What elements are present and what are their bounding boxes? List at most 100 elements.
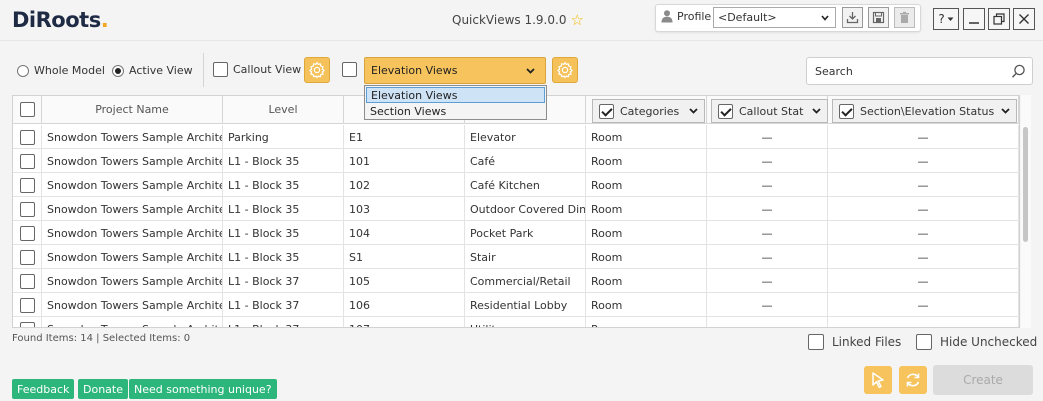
row-checkbox[interactable]: [19, 129, 35, 145]
elevation-checkbox[interactable]: [342, 62, 357, 77]
cell-category: Room: [586, 149, 707, 173]
donate-button[interactable]: Donate: [78, 379, 128, 399]
table-row[interactable]: Snowdon Towers Sample ArchitecL1 - Block…: [13, 317, 1019, 327]
save-icon: [872, 11, 885, 24]
star-icon[interactable]: ☆: [570, 13, 583, 28]
elevation-settings-button[interactable]: [552, 57, 578, 83]
save-profile-button[interactable]: [868, 7, 889, 28]
cell-number: 107: [344, 317, 465, 327]
row-checkbox-cell: [13, 293, 42, 317]
cell-number: 106: [344, 293, 465, 317]
table-row[interactable]: Snowdon Towers Sample ArchitecL1 - Block…: [13, 269, 1019, 293]
cell-project-name: Snowdon Towers Sample Architec: [42, 293, 223, 317]
cell-level: L1 - Block 35: [223, 173, 344, 197]
scope-active-view[interactable]: Active View: [112, 64, 193, 77]
row-checkbox-cell: [13, 221, 42, 245]
row-checkbox-cell: [13, 245, 42, 269]
search-input[interactable]: Search: [806, 57, 1033, 85]
import-icon: [846, 12, 859, 24]
whole-model-radio[interactable]: [17, 64, 29, 77]
linked-files-checkbox[interactable]: [808, 334, 824, 350]
cell-callout-status: —: [707, 245, 828, 269]
col-categories-filter[interactable]: Categories: [592, 99, 705, 123]
categories-checkbox[interactable]: [599, 103, 614, 119]
cell-category: Room: [586, 221, 707, 245]
close-button[interactable]: [1013, 8, 1035, 30]
refresh-button[interactable]: [899, 366, 927, 394]
table-row[interactable]: Snowdon Towers Sample Architec Parking E1 E…: [13, 125, 1019, 149]
cell-category: Room: [586, 197, 707, 221]
cell-level: L1 - Block 37: [223, 317, 344, 327]
table-row[interactable]: Snowdon Towers Sample ArchitecL1 - Block…: [13, 149, 1019, 173]
row-checkbox[interactable]: [19, 321, 35, 327]
row-checkbox[interactable]: [19, 273, 35, 289]
cell-level: Parking: [223, 125, 344, 149]
found-items-status: Found Items: 14 | Selected Items: 0: [12, 333, 191, 344]
cell-level: L1 - Block 35: [223, 149, 344, 173]
callout-settings-button[interactable]: [304, 57, 330, 83]
dropdown-option-section-views[interactable]: Section Views: [366, 103, 545, 119]
table-row[interactable]: Snowdon Towers Sample ArchitecL1 - Block…: [13, 197, 1019, 221]
linked-files-option[interactable]: Linked Files: [808, 334, 901, 350]
section-elevation-checkbox[interactable]: [839, 103, 854, 119]
table-row[interactable]: Snowdon Towers Sample ArchitecL1 - Block…: [13, 293, 1019, 317]
import-profile-button[interactable]: [842, 7, 863, 28]
restore-button[interactable]: [988, 8, 1010, 30]
table-scroll-thumb[interactable]: [1023, 127, 1028, 242]
callout-view-checkbox[interactable]: [213, 62, 228, 77]
cell-category: Room: [586, 245, 707, 269]
row-checkbox-cell: [13, 149, 42, 173]
table-row[interactable]: Snowdon Towers Sample ArchitecL1 - Block…: [13, 173, 1019, 197]
callout-view-option[interactable]: Callout View: [213, 62, 301, 77]
search-icon: [1011, 64, 1025, 78]
row-checkbox[interactable]: [19, 201, 35, 217]
cell-name: Café: [465, 149, 586, 173]
need-something-unique-button[interactable]: Need something unique?: [129, 379, 277, 399]
col-level[interactable]: Level: [223, 96, 344, 124]
cell-callout-status: —: [707, 197, 828, 221]
cell-level: L1 - Block 35: [223, 221, 344, 245]
profile-select[interactable]: <Default>: [713, 7, 836, 28]
scope-whole-model[interactable]: Whole Model: [17, 64, 105, 77]
cell-section-elevation-status: —: [828, 269, 1019, 293]
row-checkbox[interactable]: [19, 177, 35, 193]
delete-profile-button[interactable]: [894, 7, 915, 28]
cell-number: 104: [344, 221, 465, 245]
minimize-button[interactable]: [963, 8, 985, 30]
cell-level: L1 - Block 37: [223, 293, 344, 317]
cell-project-name: Snowdon Towers Sample Architec: [42, 245, 223, 269]
hide-unchecked-checkbox[interactable]: [916, 334, 932, 350]
row-checkbox[interactable]: [19, 225, 35, 241]
table-row[interactable]: Snowdon Towers Sample ArchitecL1 - Block…: [13, 245, 1019, 269]
table-row[interactable]: Snowdon Towers Sample ArchitecL1 - Block…: [13, 221, 1019, 245]
elevation-view-select[interactable]: Elevation Views: [364, 57, 546, 84]
hide-unchecked-option[interactable]: Hide Unchecked: [916, 334, 1037, 350]
chevron-down-icon: [1001, 108, 1010, 114]
row-checkbox[interactable]: [19, 153, 35, 169]
cell-callout-status: —: [707, 269, 828, 293]
cell-callout-status: [707, 317, 828, 327]
active-view-radio[interactable]: [112, 64, 124, 77]
delete-icon: [900, 11, 909, 23]
col-project-name[interactable]: Project Name: [42, 96, 223, 124]
toolbar-separator: [203, 53, 204, 87]
dropdown-option-elevation-views[interactable]: Elevation Views: [366, 87, 545, 103]
select-in-model-button[interactable]: [864, 366, 892, 394]
cell-project-name: Snowdon Towers Sample Architec: [42, 317, 223, 327]
caret-down-icon: [947, 17, 954, 21]
row-checkbox[interactable]: [19, 297, 35, 313]
row-checkbox[interactable]: [19, 249, 35, 265]
callout-status-checkbox[interactable]: [718, 103, 733, 119]
create-button[interactable]: Create: [933, 365, 1033, 395]
cell-name: Commercial/Retail: [465, 269, 586, 293]
feedback-button[interactable]: Feedback: [12, 379, 75, 399]
app-title: QuickViews 1.9.0.0 ☆: [452, 13, 584, 28]
chevron-down-icon: [821, 14, 829, 21]
help-button[interactable]: ?: [933, 8, 959, 30]
col-section-elevation-filter[interactable]: Section\Elevation Status: [832, 99, 1017, 123]
cell-section-elevation-status: —: [828, 149, 1019, 173]
row-checkbox-cell: [13, 125, 42, 149]
select-all-checkbox[interactable]: [19, 102, 35, 117]
col-callout-status-filter[interactable]: Callout Stat: [711, 99, 828, 123]
cell-section-elevation-status: —: [828, 125, 1019, 149]
